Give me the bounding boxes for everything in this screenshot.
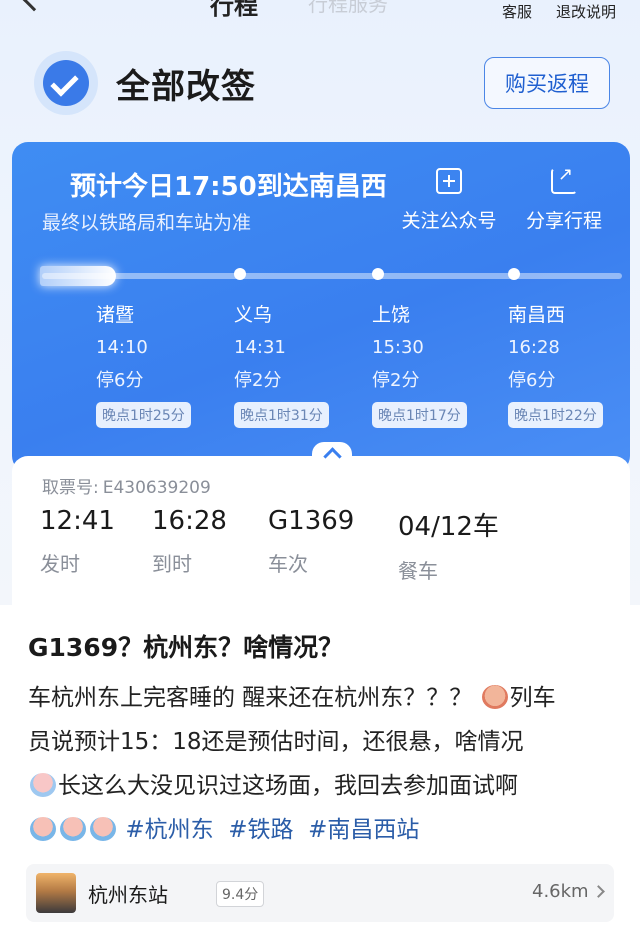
post-body: 车杭州东上完客睡的 醒来还在杭州东？？？ 列车 员说预计15：18还是预估时间，…: [28, 676, 620, 852]
annoyed-emoji-icon: [481, 685, 508, 709]
hashtag-link[interactable]: #南昌西站: [308, 817, 419, 843]
location-score-badge: 9.4分: [216, 881, 265, 907]
field-label: 发时: [40, 552, 80, 576]
customer-service-link[interactable]: 客服: [502, 1, 532, 22]
back-arrow-icon[interactable]: [22, 0, 46, 12]
trip-progress-card: 预计今日17:50到达南昌西 最终以铁路局和车站为准 关注公众号 分享行程 诸暨…: [12, 142, 630, 472]
share-icon: [551, 164, 577, 194]
order-status: 全部改签: [34, 50, 256, 116]
arrival-time: 16:28 到时: [152, 506, 227, 577]
buy-return-button[interactable]: 购买返程: [484, 57, 610, 109]
station-dot: [234, 268, 246, 280]
arrival-estimate: 预计今日17:50到达南昌西: [70, 172, 387, 202]
field-label: 到时: [152, 552, 192, 576]
station-name: 上饶: [372, 304, 411, 326]
station-stop-duration: 停2分: [234, 370, 282, 391]
delay-badge: 晚点1时31分: [234, 402, 329, 428]
station-time: 14:10: [96, 337, 148, 358]
hashtag-link[interactable]: #杭州东: [125, 817, 213, 843]
station-dot: [372, 268, 384, 280]
ticket-number-value: E430639209: [102, 478, 211, 498]
crying-emoji-icon: [60, 817, 86, 841]
location-thumbnail: [36, 873, 76, 913]
delay-badge: 晚点1时17分: [372, 402, 467, 428]
top-bar: 行程 行程服务 客服 退改说明: [0, 0, 640, 24]
station-time: 14:31: [234, 337, 286, 358]
station-stop: 南昌西 16:28 停6分 晚点1时22分: [508, 268, 630, 428]
post-line: 列车: [509, 685, 556, 711]
carriage: 04/12车 餐车: [398, 506, 499, 584]
field-value: 12:41: [40, 506, 115, 536]
delay-badge: 晚点1时22分: [508, 402, 603, 428]
app-screen: 行程 行程服务 客服 退改说明 全部改签 购买返程 预计今日17:50到达南昌西…: [0, 0, 640, 606]
station-stop: 上饶 15:30 停2分 晚点1时17分: [372, 268, 512, 428]
station-stop: 诸暨 14:10 停6分 晚点1时25分: [96, 268, 236, 428]
field-label: 车次: [268, 552, 308, 576]
departure-time: 12:41 发时: [40, 506, 115, 577]
check-circle-icon: [34, 51, 98, 115]
share-label: 分享行程: [525, 210, 602, 232]
ticket-number: 取票号: E430639209: [42, 473, 211, 498]
train-number: G1369 车次: [268, 506, 354, 577]
location-distance: 4.6km: [532, 881, 589, 902]
field-value: 04/12车: [398, 512, 499, 542]
hashtag-link[interactable]: #铁路: [228, 817, 293, 843]
arrival-note: 最终以铁路局和车站为准: [42, 212, 252, 234]
chevron-up-icon[interactable]: [312, 442, 352, 466]
share-trip-button[interactable]: 分享行程: [516, 164, 612, 233]
crying-emoji-icon: [90, 817, 116, 841]
field-label: 餐车: [398, 559, 438, 583]
post-line: 车杭州东上完客睡的 醒来还在杭州东？？？: [28, 685, 473, 711]
station-dot: [508, 268, 520, 280]
refund-policy-link[interactable]: 退改说明: [556, 1, 616, 22]
station-name: 义乌: [234, 304, 273, 326]
chevron-right-icon: [592, 885, 605, 898]
ticket-number-label: 取票号:: [42, 478, 99, 498]
ticket-panel: 取票号: E430639209 12:41 发时 16:28 到时 G1369 车…: [12, 442, 630, 606]
post-line: 长这么大没见识过这场面，我回去参加面试啊: [58, 773, 518, 799]
field-value: G1369: [268, 506, 355, 536]
location-tag[interactable]: 杭州东站 9.4分 4.6km: [26, 864, 614, 922]
field-value: 16:28: [152, 506, 227, 536]
station-time: 16:28: [508, 337, 560, 358]
plus-square-icon: [436, 168, 462, 194]
station-stop: 义乌 14:31 停2分 晚点1时31分: [234, 268, 374, 428]
page-title-cut: 行程: [210, 0, 258, 20]
delay-badge: 晚点1时25分: [96, 402, 191, 428]
station-name: 诸暨: [96, 304, 135, 326]
station-stop-duration: 停2分: [372, 370, 420, 391]
crying-emoji-icon: [30, 817, 56, 841]
station-stop-duration: 停6分: [508, 370, 556, 391]
page-subtitle-cut: 行程服务: [308, 0, 388, 16]
post-line: 员说预计15：18还是预估时间，还很悬，啥情况: [28, 729, 524, 755]
crying-emoji-icon: [30, 773, 56, 797]
post-title: G1369？杭州东？啥情况？: [28, 633, 344, 662]
follow-account-button[interactable]: 关注公众号: [396, 168, 502, 233]
follow-label: 关注公众号: [401, 210, 497, 232]
station-stop-duration: 停6分: [96, 370, 144, 391]
location-name: 杭州东站: [88, 883, 168, 907]
station-name: 南昌西: [508, 304, 566, 326]
status-title: 全部改签: [116, 66, 256, 107]
station-time: 15:30: [372, 337, 424, 358]
